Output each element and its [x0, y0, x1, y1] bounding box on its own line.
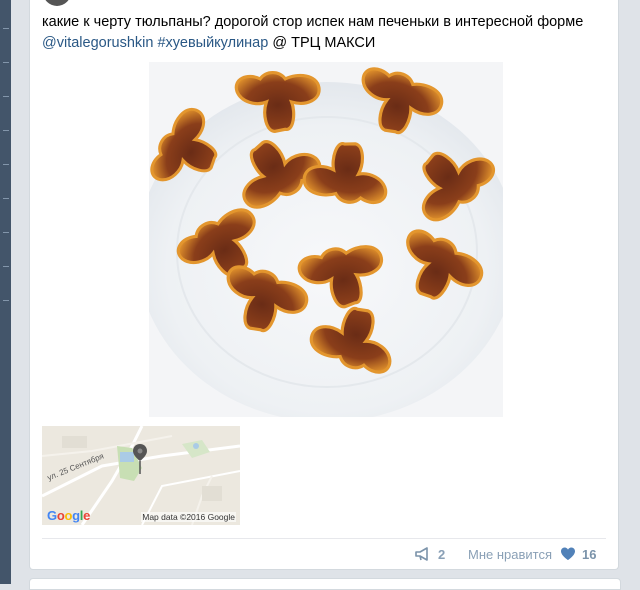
wall-post: какие к черту тюльпаны? дорогой стор исп… — [29, 0, 619, 570]
location-map[interactable]: ул. 25 Сентября Google Map data ©2016 Go… — [42, 426, 240, 525]
heart-icon — [561, 547, 576, 560]
mention-link[interactable]: @vitalegorushkin — [42, 35, 153, 51]
rail-mark — [3, 130, 9, 131]
rail-mark — [3, 28, 9, 29]
next-post — [29, 578, 621, 590]
rail-mark — [3, 198, 9, 199]
google-logo: Google — [47, 508, 91, 523]
post-text-body: какие к черту тюльпаны? дорогой стор исп… — [42, 14, 584, 30]
rail-mark — [3, 232, 9, 233]
map-pin-icon — [133, 444, 147, 474]
share-button[interactable]: 2 — [415, 546, 445, 562]
rail-mark — [3, 266, 9, 267]
location-text: @ ТРЦ МАКСИ — [272, 35, 376, 51]
megaphone-icon — [415, 547, 428, 561]
avatar[interactable] — [43, 0, 71, 6]
rail-mark — [3, 164, 9, 165]
post-photo[interactable] — [149, 62, 503, 417]
like-count: 16 — [582, 546, 597, 562]
post-text: какие к черту тюльпаны? дорогой стор исп… — [42, 12, 608, 54]
rail-mark — [3, 96, 9, 97]
hashtag-link[interactable]: #хуевыйкулинар — [157, 35, 268, 51]
like-label: Мне нравится — [468, 546, 553, 562]
rail-mark — [3, 62, 9, 63]
share-count: 2 — [438, 546, 446, 562]
left-sidebar-rail — [0, 0, 11, 584]
divider — [42, 538, 606, 539]
like-button[interactable]: Мне нравится 16 — [468, 546, 596, 562]
rail-mark — [3, 300, 9, 301]
map-credit: Map data ©2016 Google — [141, 512, 236, 522]
